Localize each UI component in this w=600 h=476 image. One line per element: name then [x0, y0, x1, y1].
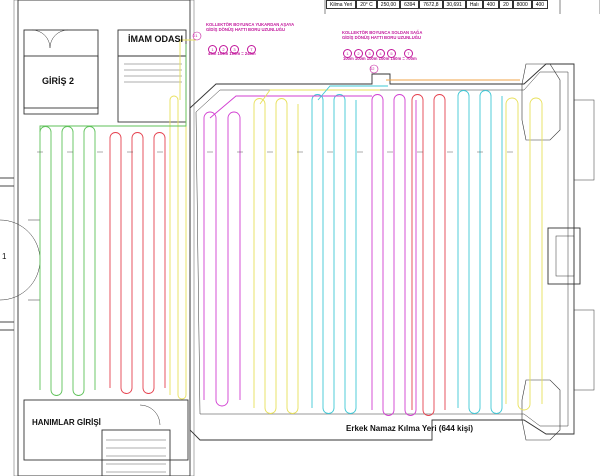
- collector-02-lengths: 100m 100m 100m 100m 150m = 700m: [343, 56, 417, 61]
- table-cell: 8000: [512, 0, 532, 9]
- loop-cyan-1: [311, 94, 357, 414]
- table-cell: 30,691: [442, 0, 466, 9]
- table-cell: 7672,8: [419, 0, 443, 9]
- collector-01-lengths: 45m 100m 100m = 245m: [208, 51, 256, 56]
- table-cell: 20: [499, 0, 513, 9]
- loop-red-left: [109, 132, 166, 394]
- table-cell: Halı: [465, 0, 483, 9]
- room-label-hanimlar: HANIMLAR GİRİŞİ: [32, 418, 101, 427]
- table-cell: 20° C: [356, 0, 377, 9]
- collector-01-note: KOLLEKTÖR BOYUNCA YUKARDAN AŞAYA GİDİŞ D…: [206, 22, 294, 32]
- loop-cyan-2: [457, 90, 503, 414]
- room-label-imam: İMAM ODASI: [128, 34, 183, 44]
- feeder-line: [179, 39, 196, 100]
- loop-yellow-left: [169, 95, 187, 400]
- loop-magenta-1: [203, 111, 241, 407]
- collector-02-subtitle: GİDİŞ DÖNÜŞ HATTI BORU UZUNLUĞU: [342, 35, 422, 40]
- collector-02-tag: 02: [370, 66, 375, 71]
- table-row: Kilma Yeri 20° C 250,00 6394 7672,8 30,6…: [326, 0, 549, 9]
- table-cell: 250,00: [376, 0, 401, 9]
- collector-01-tag: 01: [193, 33, 198, 38]
- collector-02-note: KOLLEKTÖR BOYUNCA SOLDAN SAĞA GİDİŞ DÖNÜ…: [342, 30, 422, 40]
- loop-magenta-2: [371, 94, 417, 416]
- collector-01-subtitle: GİDİŞ DÖNÜŞ HATTI BORU UZUNLUĞU: [206, 27, 286, 32]
- room-label-left: 1: [2, 252, 7, 261]
- spec-table: Kilma Yeri 20° C 250,00 6394 7672,8 30,6…: [326, 0, 549, 9]
- loop-yellow-2: [505, 97, 543, 411]
- floor-plan-canvas: { "rooms": { "imam": "İMAM ODASI", "giri…: [0, 0, 600, 476]
- table-cell: Kilma Yeri: [326, 0, 357, 9]
- table-cell: 6394: [400, 0, 420, 9]
- table-cell: 400: [531, 0, 549, 9]
- heating-loops: [39, 39, 543, 416]
- feeder-line: [317, 85, 388, 101]
- feeder-line: [209, 95, 372, 119]
- room-label-giris2: GİRİŞ 2: [42, 76, 75, 86]
- loop-yellow-1: [253, 98, 299, 414]
- loop-red-2: [411, 94, 446, 416]
- feeder-line: [39, 44, 187, 132]
- plan-drawing: [0, 0, 600, 476]
- hall-caption: Erkek Namaz Kılma Yeri (644 kişi): [346, 424, 474, 433]
- table-cell: 400: [482, 0, 500, 9]
- loop-green-left: [39, 126, 96, 396]
- walls: [0, 0, 595, 476]
